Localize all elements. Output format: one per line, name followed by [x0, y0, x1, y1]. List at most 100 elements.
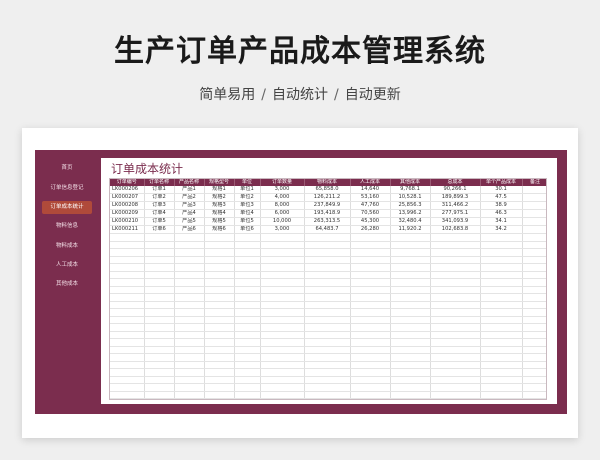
table-cell	[430, 278, 481, 287]
empty-table-row[interactable]	[110, 278, 546, 287]
empty-table-row[interactable]	[110, 241, 546, 249]
table-cell	[110, 323, 145, 332]
table-cell: LK000208	[110, 201, 145, 210]
empty-table-row[interactable]	[110, 391, 546, 399]
table-cell	[144, 361, 175, 369]
table-row[interactable]: LK000206 订单1 产品1 规格1 单位1 3,000 65,858.0 14,640 9…	[110, 186, 546, 194]
table-cell	[260, 323, 305, 332]
table-cell	[522, 263, 546, 272]
table-cell	[522, 383, 546, 392]
table-cell	[304, 278, 351, 287]
table-cell: 237,849.9	[304, 201, 351, 210]
table-cell	[144, 278, 175, 287]
table-cell: 26,280	[350, 225, 391, 234]
table-cell	[390, 278, 431, 287]
table-cell	[234, 361, 261, 369]
table-cell	[390, 323, 431, 332]
sidebar-item-order-cost-stats[interactable]: 订单成本统计	[42, 201, 92, 214]
table-row[interactable]: LK000209 订单4 产品4 规格4 单位4 6,000 193,418.9 70,560…	[110, 209, 546, 218]
empty-table-row[interactable]	[110, 233, 546, 242]
table-cell	[430, 263, 481, 272]
table-row[interactable]: LK000208 订单3 产品3 规格3 单位3 8,000 237,849.9 47,760…	[110, 201, 546, 210]
table-body: LK000206 订单1 产品1 规格1 单位1 3,000 65,858.0 14,640 9…	[110, 186, 546, 399]
column-header: 人工成本	[350, 179, 391, 186]
table-cell	[304, 301, 351, 309]
table-cell	[430, 368, 481, 377]
empty-table-row[interactable]	[110, 331, 546, 339]
table-row[interactable]: LK000207 订单2 产品2 规格2 单位2 4,000 126,211.2 53,160…	[110, 193, 546, 202]
subtitle-separator: /	[334, 87, 339, 103]
empty-table-row[interactable]	[110, 346, 546, 354]
table-cell	[260, 271, 305, 279]
empty-table-row[interactable]	[110, 293, 546, 302]
empty-table-row[interactable]	[110, 368, 546, 377]
table-cell	[144, 248, 175, 257]
sidebar-item-material-cost[interactable]: 物料成本	[42, 240, 92, 253]
table-cell	[522, 241, 546, 249]
table-cell	[522, 248, 546, 257]
table-cell	[390, 391, 431, 399]
table-cell	[204, 308, 235, 317]
table-cell	[144, 368, 175, 377]
table-row[interactable]: LK000210 订单5 产品5 规格5 单位5 10,000 263,313.5 45,30…	[110, 217, 546, 226]
table-cell	[144, 293, 175, 302]
table-cell: 产品2	[174, 193, 205, 202]
column-header: 规格型号	[204, 179, 235, 186]
sidebar-item-labor-cost[interactable]: 人工成本	[42, 259, 92, 272]
table-cell	[390, 346, 431, 354]
column-header: 订单编号	[110, 179, 145, 186]
table-cell: 34.1	[480, 217, 523, 226]
table-cell	[522, 323, 546, 332]
table-cell	[204, 338, 235, 347]
table-cell: 47.5	[480, 193, 523, 202]
table-cell	[174, 376, 205, 384]
sidebar-item-other-cost[interactable]: 其他成本	[42, 278, 92, 291]
table-cell	[260, 233, 305, 242]
table-cell	[390, 331, 431, 339]
column-header: 单个产品成本	[480, 179, 523, 186]
empty-table-row[interactable]	[110, 263, 546, 272]
table-cell	[480, 263, 523, 272]
table-cell	[110, 338, 145, 347]
table-cell: 规格1	[204, 186, 235, 194]
empty-table-row[interactable]	[110, 271, 546, 279]
table-cell: 90,266.1	[430, 186, 481, 194]
empty-table-row[interactable]	[110, 323, 546, 332]
empty-table-row[interactable]	[110, 316, 546, 324]
table-cell	[144, 263, 175, 272]
table-cell	[430, 338, 481, 347]
table-cell	[110, 361, 145, 369]
sidebar-item-home[interactable]: 首页	[42, 162, 92, 175]
table-cell: 产品3	[174, 201, 205, 210]
table-cell	[174, 286, 205, 294]
empty-table-row[interactable]	[110, 308, 546, 317]
empty-table-row[interactable]	[110, 301, 546, 309]
table-cell: 3,000	[260, 225, 305, 234]
empty-table-row[interactable]	[110, 338, 546, 347]
empty-table-row[interactable]	[110, 376, 546, 384]
table-cell: 13,996.2	[390, 209, 431, 218]
empty-table-row[interactable]	[110, 248, 546, 257]
table-row[interactable]: LK000211 订单6 产品6 规格6 单位6 3,000 64,483.7 26,280 1…	[110, 225, 546, 234]
empty-table-row[interactable]	[110, 286, 546, 294]
table-cell	[260, 241, 305, 249]
table-cell	[204, 391, 235, 399]
table-cell	[260, 248, 305, 257]
table-cell	[430, 241, 481, 249]
empty-table-row[interactable]	[110, 383, 546, 392]
sidebar-item-order-registration[interactable]: 订单信息登记	[42, 182, 92, 195]
empty-table-row[interactable]	[110, 361, 546, 369]
table-cell	[480, 383, 523, 392]
table-cell	[260, 383, 305, 392]
table-cell	[350, 263, 391, 272]
table-cell	[390, 368, 431, 377]
empty-table-row[interactable]	[110, 256, 546, 264]
empty-table-row[interactable]	[110, 353, 546, 362]
sidebar-item-material-info[interactable]: 物料信息	[42, 220, 92, 233]
table-cell	[430, 233, 481, 242]
table-cell	[480, 391, 523, 399]
table-cell	[350, 376, 391, 384]
table-cell	[480, 301, 523, 309]
table-cell	[304, 353, 351, 362]
table-cell: 10,000	[260, 217, 305, 226]
